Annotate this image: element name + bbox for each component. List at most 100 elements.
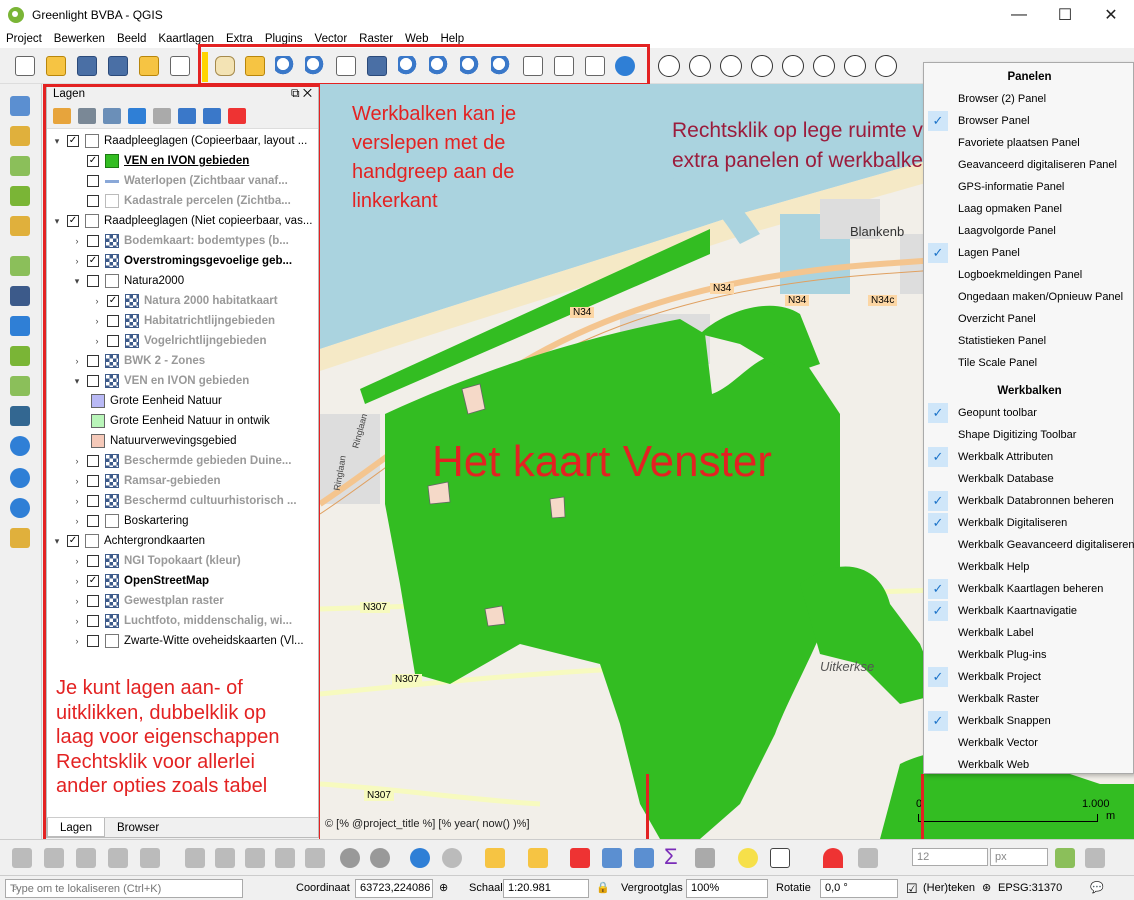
context-item[interactable]: ✓ Werkbalk Project (924, 666, 1134, 688)
attribute-table-icon[interactable] (602, 848, 622, 868)
add-wfs-layer-button[interactable] (8, 496, 34, 520)
undo-icon[interactable] (340, 848, 360, 868)
add-mesh-layer-button[interactable] (8, 344, 34, 368)
redo-icon[interactable] (370, 848, 390, 868)
copy-features-icon[interactable] (275, 848, 295, 868)
menu-edit[interactable]: Bewerken (48, 30, 111, 48)
lock-scale-icon[interactable]: 🔒 (596, 879, 610, 898)
snapping-vertex-icon[interactable] (858, 848, 878, 868)
magnifier-field[interactable]: 100% (686, 879, 768, 898)
geopunt-home-button[interactable] (656, 53, 682, 79)
print-layout-button[interactable] (136, 53, 162, 79)
messages-icon[interactable]: 💬 (1090, 879, 1104, 898)
vertex-tool-icon[interactable] (185, 848, 205, 868)
new-spatialite-button[interactable] (8, 184, 34, 208)
context-item[interactable]: Werkbalk Geavanceerd digitaliseren (924, 534, 1134, 556)
identify-icon[interactable] (410, 848, 430, 868)
context-item[interactable]: Overzicht Panel (924, 308, 1134, 330)
close-button[interactable]: ✕ (1088, 0, 1134, 30)
context-item[interactable]: ✓ Werkbalk Digitaliseren (924, 512, 1134, 534)
tracing-icon[interactable] (1055, 848, 1075, 868)
context-item[interactable]: Logboekmeldingen Panel (924, 264, 1134, 286)
context-item[interactable]: Werkbalk Label (924, 622, 1134, 644)
measure-icon[interactable] (695, 848, 715, 868)
minimize-button[interactable]: — (996, 0, 1042, 30)
add-raster-layer-button[interactable] (8, 284, 34, 308)
context-item[interactable]: ✓ Werkbalk Databronnen beheren (924, 490, 1134, 512)
context-item[interactable]: GPS-informatie Panel (924, 176, 1134, 198)
delete-selected-icon[interactable] (215, 848, 235, 868)
maximize-button[interactable]: ☐ (1042, 0, 1088, 30)
coordinate-toggle-icon[interactable]: ⊕ (439, 879, 448, 898)
new-project-button[interactable] (12, 53, 38, 79)
locator-search-input[interactable] (5, 879, 243, 898)
paste-features-icon[interactable] (305, 848, 325, 868)
geopunt-parcel-button[interactable] (718, 53, 744, 79)
context-item[interactable]: Werkbalk Raster (924, 688, 1134, 710)
context-item[interactable]: Geavanceerd digitaliseren Panel (924, 154, 1134, 176)
context-item[interactable]: Ongedaan maken/Opnieuw Panel (924, 286, 1134, 308)
toggle-editing-icon[interactable] (44, 848, 64, 868)
add-ring-icon[interactable] (140, 848, 160, 868)
context-item[interactable]: Tile Scale Panel (924, 352, 1134, 374)
text-annotation-icon[interactable] (770, 848, 790, 868)
context-item[interactable]: Werkbalk Web (924, 754, 1134, 776)
snapping-magnet-icon[interactable] (823, 848, 843, 868)
context-item[interactable]: Favoriete plaatsen Panel (924, 132, 1134, 154)
context-item[interactable]: Werkbalk Database (924, 468, 1134, 490)
context-item[interactable]: Shape Digitizing Toolbar (924, 424, 1134, 446)
context-item[interactable]: Laagvolgorde Panel (924, 220, 1134, 242)
add-vector-layer-button[interactable] (8, 254, 34, 278)
scale-field[interactable]: 1:20.981 (503, 879, 589, 898)
new-geopackage-button[interactable] (8, 124, 34, 148)
context-item[interactable]: ✓ Werkbalk Kaartnavigatie (924, 600, 1134, 622)
crs-button[interactable]: EPSG:31370 (998, 879, 1062, 898)
geopunt-data-button[interactable] (842, 53, 868, 79)
data-source-manager-button[interactable] (8, 94, 34, 118)
context-item[interactable]: ✓ Werkbalk Snappen (924, 710, 1134, 732)
save-edits-icon[interactable] (76, 848, 96, 868)
geopunt-flag-button[interactable] (687, 53, 713, 79)
select-features-icon[interactable] (485, 848, 505, 868)
statistics-sigma-icon[interactable]: Σ (664, 844, 678, 870)
edit-pencil-icon[interactable] (12, 848, 32, 868)
geopunt-walk-button[interactable] (780, 53, 806, 79)
context-item[interactable]: Statistieken Panel (924, 330, 1134, 352)
deselect-all-icon[interactable] (570, 848, 590, 868)
layout-manager-button[interactable] (167, 53, 193, 79)
context-item[interactable]: ✓ Lagen Panel (924, 242, 1134, 264)
context-item[interactable]: Werkbalk Plug-ins (924, 644, 1134, 666)
context-item[interactable]: ✓ Geopunt toolbar (924, 402, 1134, 424)
context-item[interactable]: Werkbalk Help (924, 556, 1134, 578)
geopunt-poi-button[interactable] (749, 53, 775, 79)
map-tips-icon[interactable] (738, 848, 758, 868)
cut-features-icon[interactable] (245, 848, 265, 868)
save-project-button[interactable] (74, 53, 100, 79)
new-temporary-layer-button[interactable] (8, 214, 34, 238)
menu-view[interactable]: Beeld (111, 30, 152, 48)
run-action-icon[interactable] (442, 848, 462, 868)
field-calculator-icon[interactable] (634, 848, 654, 868)
snapping-unit-select[interactable]: px (990, 848, 1048, 866)
context-item[interactable]: ✓ Werkbalk Attributen (924, 446, 1134, 468)
context-item[interactable]: Laag opmaken Panel (924, 198, 1134, 220)
render-checkbox[interactable]: ☑ (906, 879, 918, 898)
add-wcs-layer-button[interactable] (8, 466, 34, 490)
context-item[interactable]: ✓ Werkbalk Kaartlagen beheren (924, 578, 1134, 600)
new-shapefile-button[interactable] (8, 154, 34, 178)
geopunt-layers-button[interactable] (873, 53, 899, 79)
add-postgis-layer-button[interactable] (8, 404, 34, 428)
context-item[interactable]: ✓ Browser Panel (924, 110, 1134, 132)
add-spatialite-layer-button[interactable] (8, 314, 34, 338)
open-project-button[interactable] (43, 53, 69, 79)
self-snapping-icon[interactable] (1085, 848, 1105, 868)
add-wms-layer-button[interactable] (8, 434, 34, 458)
add-feature-icon[interactable] (108, 848, 128, 868)
menu-project[interactable]: Project (0, 30, 48, 48)
geopunt-elevation-button[interactable] (811, 53, 837, 79)
select-by-value-icon[interactable] (528, 848, 548, 868)
snapping-tolerance-input[interactable]: 12 (912, 848, 988, 866)
save-as-button[interactable] (105, 53, 131, 79)
context-item[interactable]: Werkbalk Vector (924, 732, 1134, 754)
crs-icon[interactable]: ⊛ (982, 879, 991, 898)
